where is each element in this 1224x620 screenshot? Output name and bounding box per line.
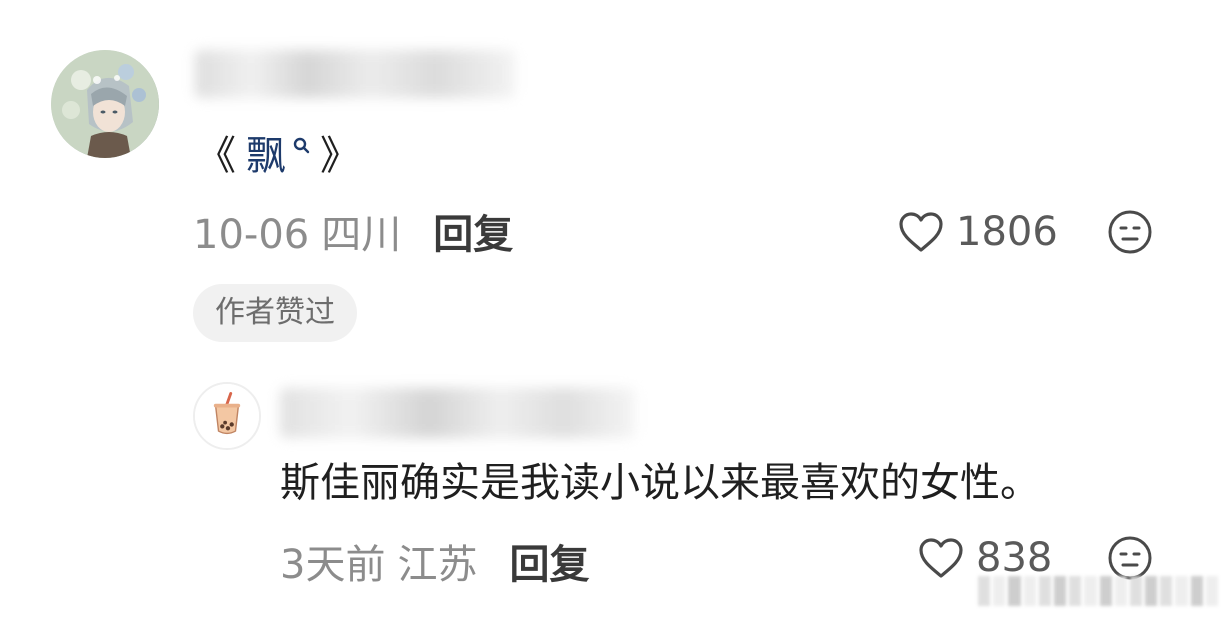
username-redacted[interactable] — [195, 50, 515, 98]
comment-content: 《 飘 》 — [196, 130, 360, 182]
reply-date: 3天前 — [280, 542, 386, 588]
watermark-redacted — [978, 576, 1218, 606]
comment-date: 10-06 — [193, 212, 310, 258]
reply-button[interactable]: 回复 — [509, 540, 589, 590]
dislike-face-icon[interactable] — [1107, 535, 1153, 581]
avatar[interactable] — [51, 50, 159, 158]
reply-button[interactable]: 回复 — [433, 210, 513, 260]
close-quote: 》 — [320, 133, 360, 179]
dislike-face-icon[interactable] — [1107, 209, 1153, 255]
search-icon — [293, 137, 310, 154]
open-quote: 《 — [196, 133, 236, 179]
book-link-label: 飘 — [246, 133, 286, 179]
reply-content: 斯佳丽确实是我读小说以来最喜欢的女性。 — [280, 460, 1040, 506]
like-count: 1806 — [956, 209, 1058, 255]
heart-icon — [899, 212, 943, 252]
like-button[interactable]: 1806 — [898, 207, 1058, 257]
bubble-tea-avatar-icon — [195, 384, 259, 448]
author-liked-badge: 作者赞过 — [193, 284, 357, 342]
heart-icon — [919, 538, 963, 578]
username-redacted[interactable] — [280, 388, 635, 438]
comment-region: 四川 — [321, 212, 402, 258]
comment-meta: 10-06 四川 回复 — [193, 210, 513, 260]
avatar[interactable] — [193, 382, 261, 450]
reply-meta: 3天前 江苏 回复 — [280, 540, 589, 590]
anime-character-avatar-icon — [51, 50, 159, 158]
book-link[interactable]: 飘 — [246, 130, 310, 182]
reply-region: 江苏 — [397, 542, 478, 588]
